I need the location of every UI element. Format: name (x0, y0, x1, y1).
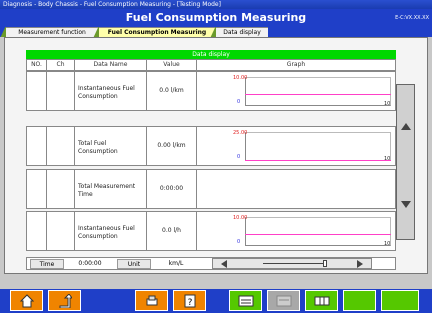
value-cell: 0.0 l/h (147, 212, 197, 250)
disabled-button (267, 290, 300, 311)
unit-label: Unit (117, 259, 151, 269)
printer-icon (146, 295, 157, 305)
tab-data-display[interactable]: Data display (216, 27, 268, 37)
grid-title: Data display (26, 50, 396, 59)
page-title: Fuel Consumption Measuring (125, 11, 307, 24)
graph-max: 25.00 (233, 130, 248, 136)
screen-icon (238, 295, 253, 306)
svg-text:?: ? (187, 298, 192, 308)
tab-fuel-consumption-measuring[interactable]: Fuel Consumption Measuring (99, 27, 215, 37)
col-ch: Ch (47, 60, 75, 70)
data-name-cell: Total Fuel Consumption (75, 127, 147, 165)
table-button[interactable] (305, 290, 338, 311)
table-row[interactable]: Total Fuel Consumption 0.00 l/km 25.00 0… (26, 126, 396, 166)
tab-bar: Measurement function Fuel Consumption Me… (0, 26, 432, 37)
scroll-right-icon[interactable] (357, 260, 363, 268)
graph-button[interactable] (229, 290, 262, 311)
vertical-scrollbar[interactable] (396, 84, 415, 240)
time-label: Time (30, 259, 64, 269)
horizontal-scrollbar[interactable] (212, 258, 372, 269)
table-icon (314, 296, 329, 305)
home-icon (19, 293, 34, 307)
scroll-down-icon[interactable] (401, 201, 411, 208)
data-name-cell: Instantaneous Fuel Consumption (75, 212, 147, 250)
version-label: E-C:VX.XX.XX (395, 15, 429, 21)
graph-end: 10 (384, 101, 391, 107)
screen-icon (276, 295, 291, 306)
scroll-track (263, 263, 325, 264)
data-name-cell: Total Measurement Time (75, 170, 147, 208)
row-graph: 10.00 0 10 (197, 212, 395, 250)
home-button[interactable] (10, 290, 43, 311)
graph-min: 0 (237, 239, 241, 245)
row-graph: 10.00 0 10 (197, 72, 395, 110)
back-arrow-icon (59, 293, 72, 308)
graph-min: 0 (237, 99, 241, 105)
value-cell: 0:00:00 (147, 170, 197, 208)
row-graph: 25.00 0 10 (197, 127, 395, 165)
table-row[interactable]: Total Measurement Time 0:00:00 (26, 169, 396, 209)
value-cell: 0.00 l/km (147, 127, 197, 165)
table-row[interactable]: Instantaneous Fuel Consumption 0.0 l/km … (26, 71, 396, 111)
empty-button-2[interactable] (381, 290, 419, 311)
graph-end: 10 (384, 241, 391, 247)
tab-measurement-function[interactable]: Measurement function (6, 27, 98, 37)
graph-min: 0 (237, 154, 241, 160)
scroll-left-icon[interactable] (221, 260, 227, 268)
graph-max: 10.00 (233, 215, 248, 221)
bottom-toolbar: ? (0, 289, 432, 313)
graph-end: 10 (384, 156, 391, 162)
empty-button-1[interactable] (343, 290, 376, 311)
col-graph: Graph (286, 61, 306, 68)
col-no: NO. (27, 60, 47, 70)
col-value: Value (147, 60, 197, 70)
data-name-cell: Instantaneous Fuel Consumption (75, 72, 147, 110)
time-value: 0:00:00 (78, 260, 102, 267)
value-cell: 0.0 l/km (147, 72, 197, 110)
grid-header: NO. Ch Data Name Value Graph (26, 59, 396, 71)
help-icon: ? (184, 294, 195, 308)
help-button[interactable]: ? (173, 290, 206, 311)
page-header: Fuel Consumption Measuring E-C:VX.XX.XX (0, 9, 432, 26)
graph-max: 10.00 (233, 75, 248, 81)
col-data-name: Data Name (75, 60, 147, 70)
back-button[interactable] (48, 290, 81, 311)
print-button[interactable] (135, 290, 168, 311)
window-title: Diagnosis - Body Chassis - Fuel Consumpt… (0, 0, 432, 9)
table-row[interactable]: Instantaneous Fuel Consumption 0.0 l/h 1… (26, 211, 396, 251)
unit-value: km/L (168, 260, 184, 267)
scroll-thumb[interactable] (323, 260, 327, 267)
scroll-up-icon[interactable] (401, 123, 411, 130)
